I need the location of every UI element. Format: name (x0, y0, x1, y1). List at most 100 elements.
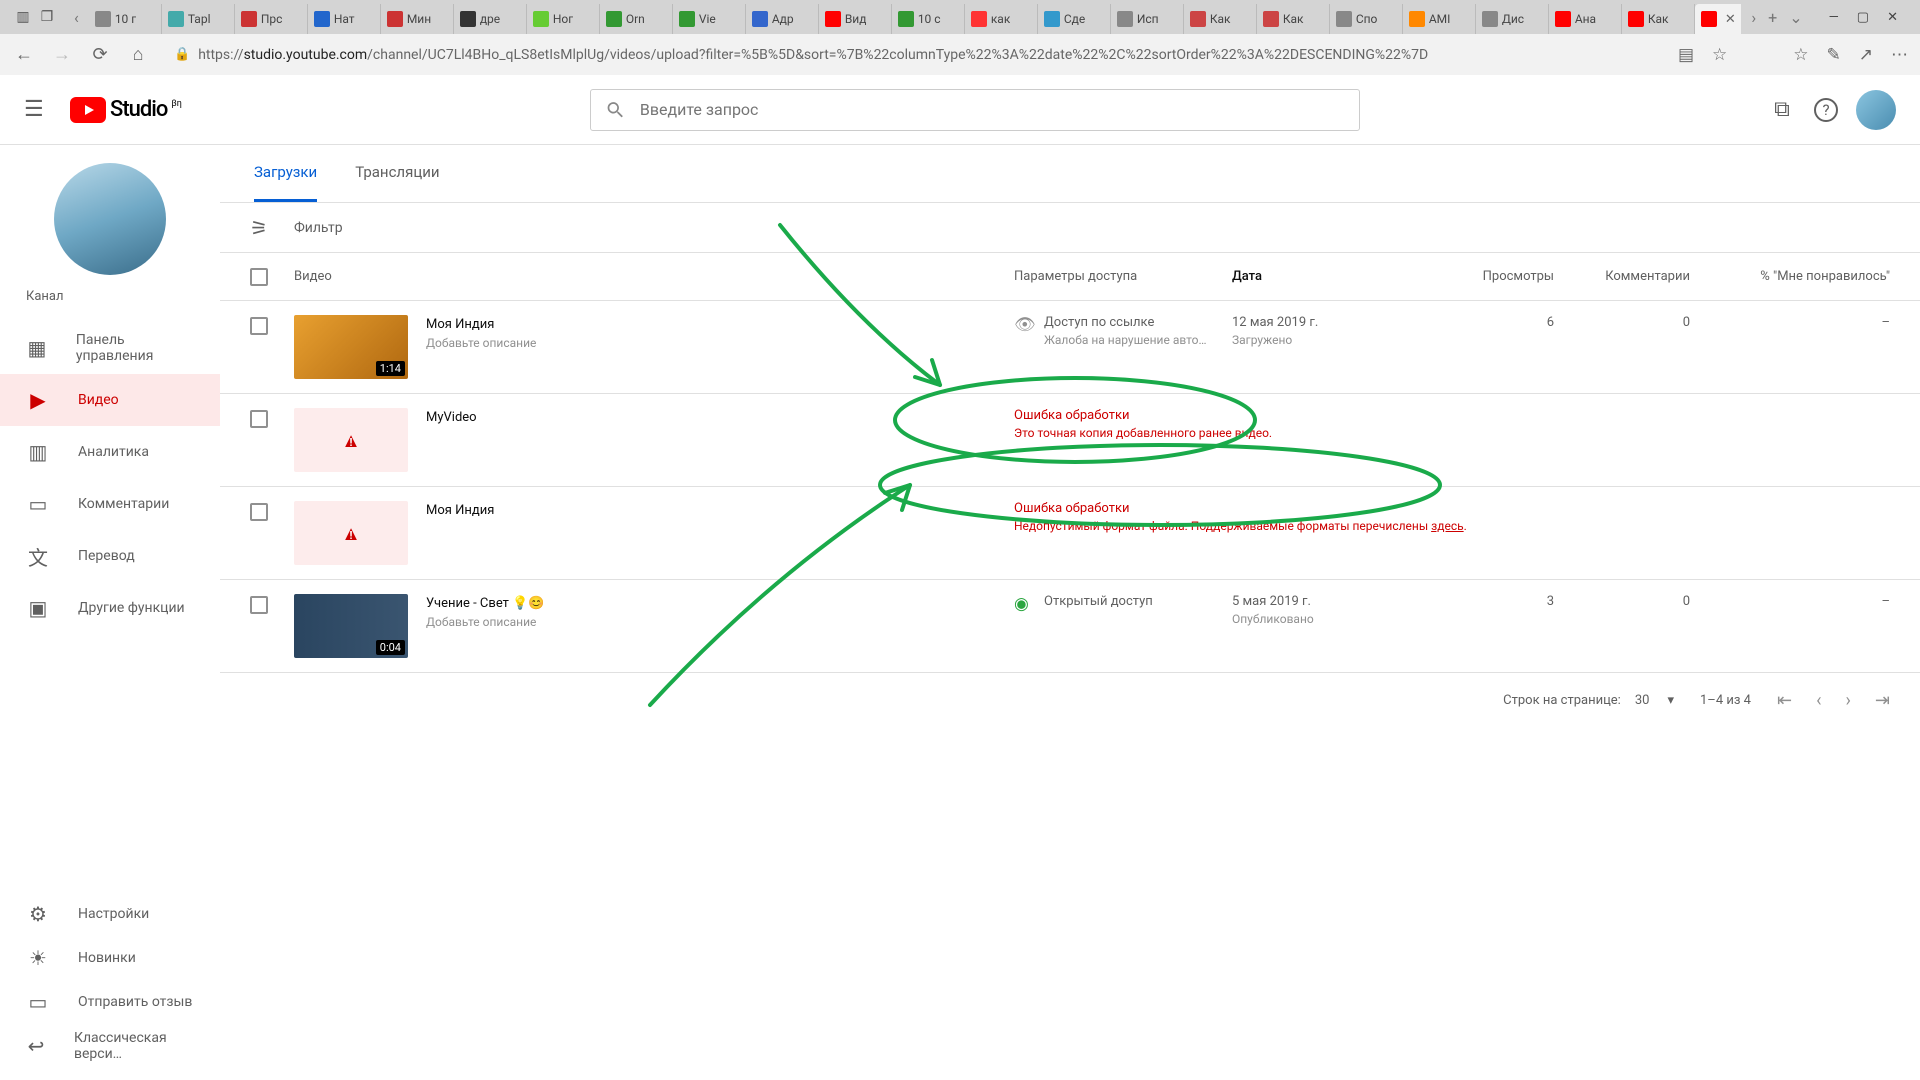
sidebar-item[interactable]: ▦Панель управления (0, 322, 220, 374)
sidebar-item[interactable]: ☀Новинки (0, 936, 220, 980)
video-thumbnail[interactable] (294, 408, 408, 472)
video-thumbnail[interactable]: 0:04 (294, 594, 408, 658)
browser-tab[interactable]: ✕ (1695, 4, 1742, 34)
browser-tab[interactable]: Vie (673, 4, 746, 34)
avatar[interactable] (1856, 90, 1896, 130)
tab-title: Vie (699, 12, 716, 26)
browser-tab[interactable]: Как (1622, 4, 1695, 34)
rows-per-page-select[interactable]: 30▾ (1635, 693, 1674, 708)
menu-icon[interactable]: ☰ (24, 97, 50, 123)
bookmark-star-icon[interactable]: ☆ (1712, 45, 1727, 65)
table-row[interactable]: MyVideo Ошибка обработкиЭто точная копия… (220, 394, 1920, 487)
error-link[interactable]: здесь (1431, 519, 1464, 533)
comments-value: 0 (1554, 594, 1690, 609)
browser-tab[interactable]: Сде (1038, 4, 1111, 34)
col-comments[interactable]: Комментарии (1554, 269, 1690, 284)
row-checkbox[interactable] (250, 596, 268, 614)
browser-tab[interactable]: Спо (1330, 4, 1403, 34)
tab-uploads[interactable]: Загрузки (254, 145, 317, 202)
col-video[interactable]: Видео (294, 269, 1014, 284)
browser-tab[interactable]: Вид (819, 4, 892, 34)
pagination: Строк на странице: 30▾ 1–4 из 4 ⇤ ‹ › ⇥ (220, 673, 1920, 727)
browser-tab[interactable]: Orn (600, 4, 673, 34)
channel-avatar[interactable] (54, 163, 166, 275)
browser-tab[interactable]: Как (1184, 4, 1257, 34)
col-likes[interactable]: % "Мне понравилось" (1690, 269, 1890, 284)
browser-tab[interactable]: Исп (1111, 4, 1184, 34)
sidebar-item[interactable]: ↩Классическая верси… (0, 1024, 220, 1068)
copy-icon[interactable]: ❐ (40, 10, 54, 24)
browser-tab[interactable]: Адр (746, 4, 819, 34)
tab-live[interactable]: Трансляции (355, 145, 439, 202)
last-page-icon[interactable]: ⇥ (1875, 690, 1890, 711)
help-icon[interactable]: ? (1814, 98, 1838, 122)
col-visibility[interactable]: Параметры доступа (1014, 269, 1232, 284)
sidebar-item[interactable]: ▣Другие функции (0, 582, 220, 634)
video-title[interactable]: Учение - Свет 💡😊 (426, 596, 545, 611)
reader-icon[interactable]: ▤ (1678, 45, 1694, 65)
forward-icon[interactable]: → (50, 43, 74, 67)
browser-tab[interactable]: 10 г (89, 4, 162, 34)
table-row[interactable]: 1:14 Моя ИндияДобавьте описание 👁Доступ … (220, 301, 1920, 394)
browser-tabs: 10 гTaplПрсНатМиндреНогOrn Vie АдрВид10 ск… (89, 0, 1742, 34)
browser-tab[interactable]: Ног (527, 4, 600, 34)
row-checkbox[interactable] (250, 317, 268, 335)
browser-tab[interactable]: Нат (308, 4, 381, 34)
col-views[interactable]: Просмотры (1424, 269, 1554, 284)
highlight-icon[interactable]: ✎ (1827, 45, 1841, 65)
browser-tab[interactable]: 10 с (892, 4, 965, 34)
row-checkbox[interactable] (250, 410, 268, 428)
sidebar-item[interactable]: ▭Отправить отзыв (0, 980, 220, 1024)
filter-label[interactable]: Фильтр (294, 220, 343, 236)
minimize-icon[interactable]: — (1829, 10, 1839, 25)
sidebar-item[interactable]: ▥Аналитика (0, 426, 220, 478)
search-box[interactable] (590, 89, 1360, 131)
new-tab-icon[interactable]: + (1768, 8, 1777, 27)
browser-tab[interactable]: Как (1257, 4, 1330, 34)
sidebar-item[interactable]: ▭Комментарии (0, 478, 220, 530)
address-bar[interactable]: 🔒 https://studio.youtube.com/channel/UC7… (164, 40, 1664, 70)
close-tab-icon[interactable]: ✕ (1725, 12, 1739, 27)
table-row[interactable]: Моя Индия Ошибка обработкиНедопустимый ф… (220, 487, 1920, 580)
browser-tab[interactable]: как (965, 4, 1038, 34)
browser-tab[interactable]: Ана (1549, 4, 1622, 34)
video-thumbnail[interactable]: 1:14 (294, 315, 408, 379)
filter-icon[interactable]: ⚞ (250, 216, 268, 240)
col-date[interactable]: Дата (1232, 269, 1424, 284)
share-icon[interactable]: ↗ (1859, 45, 1873, 65)
tab-list-icon[interactable]: ⌄ (1789, 8, 1802, 27)
create-video-icon[interactable]: ⧉ (1768, 96, 1796, 124)
first-page-icon[interactable]: ⇤ (1777, 690, 1792, 711)
browser-tab[interactable]: AMI (1403, 4, 1476, 34)
close-window-icon[interactable]: ✕ (1887, 10, 1898, 25)
browser-tab[interactable]: Прс (235, 4, 308, 34)
tab-next-icon[interactable]: › (1751, 8, 1756, 27)
more-icon[interactable]: ⋯ (1891, 45, 1908, 65)
browser-tab[interactable]: Дис (1476, 4, 1549, 34)
browser-tab[interactable]: Мин (381, 4, 454, 34)
maximize-icon[interactable]: ▢ (1857, 10, 1869, 25)
row-checkbox[interactable] (250, 503, 268, 521)
tab-prev-icon[interactable]: ‹ (74, 8, 79, 27)
favorites-icon[interactable]: ☆ (1793, 45, 1808, 65)
back-icon[interactable]: ← (12, 43, 36, 67)
prev-page-icon[interactable]: ‹ (1816, 690, 1821, 711)
search-input[interactable] (640, 100, 1345, 119)
visibility-link-icon: 👁 (1014, 315, 1034, 335)
sidebar-item[interactable]: ⚙Настройки (0, 892, 220, 936)
studio-logo[interactable]: Studio βη (70, 97, 182, 123)
home-icon[interactable]: ⌂ (126, 43, 150, 67)
table-row[interactable]: 0:04 Учение - Свет 💡😊Добавьте описание ◉… (220, 580, 1920, 673)
video-title[interactable]: MyVideo (426, 410, 477, 425)
sidebar-item[interactable]: 文Перевод (0, 530, 220, 582)
video-title[interactable]: Моя Индия (426, 317, 536, 332)
reload-icon[interactable]: ⟳ (88, 43, 112, 67)
next-page-icon[interactable]: › (1846, 690, 1851, 711)
browser-tab[interactable]: дре (454, 4, 527, 34)
select-all-checkbox[interactable] (250, 268, 268, 286)
video-title[interactable]: Моя Индия (426, 503, 494, 518)
sidebar-item[interactable]: ▶Видео (0, 374, 220, 426)
browser-tab[interactable]: Tapl (162, 4, 235, 34)
video-thumbnail[interactable] (294, 501, 408, 565)
app-menu-icon[interactable]: ▥ (16, 10, 30, 24)
